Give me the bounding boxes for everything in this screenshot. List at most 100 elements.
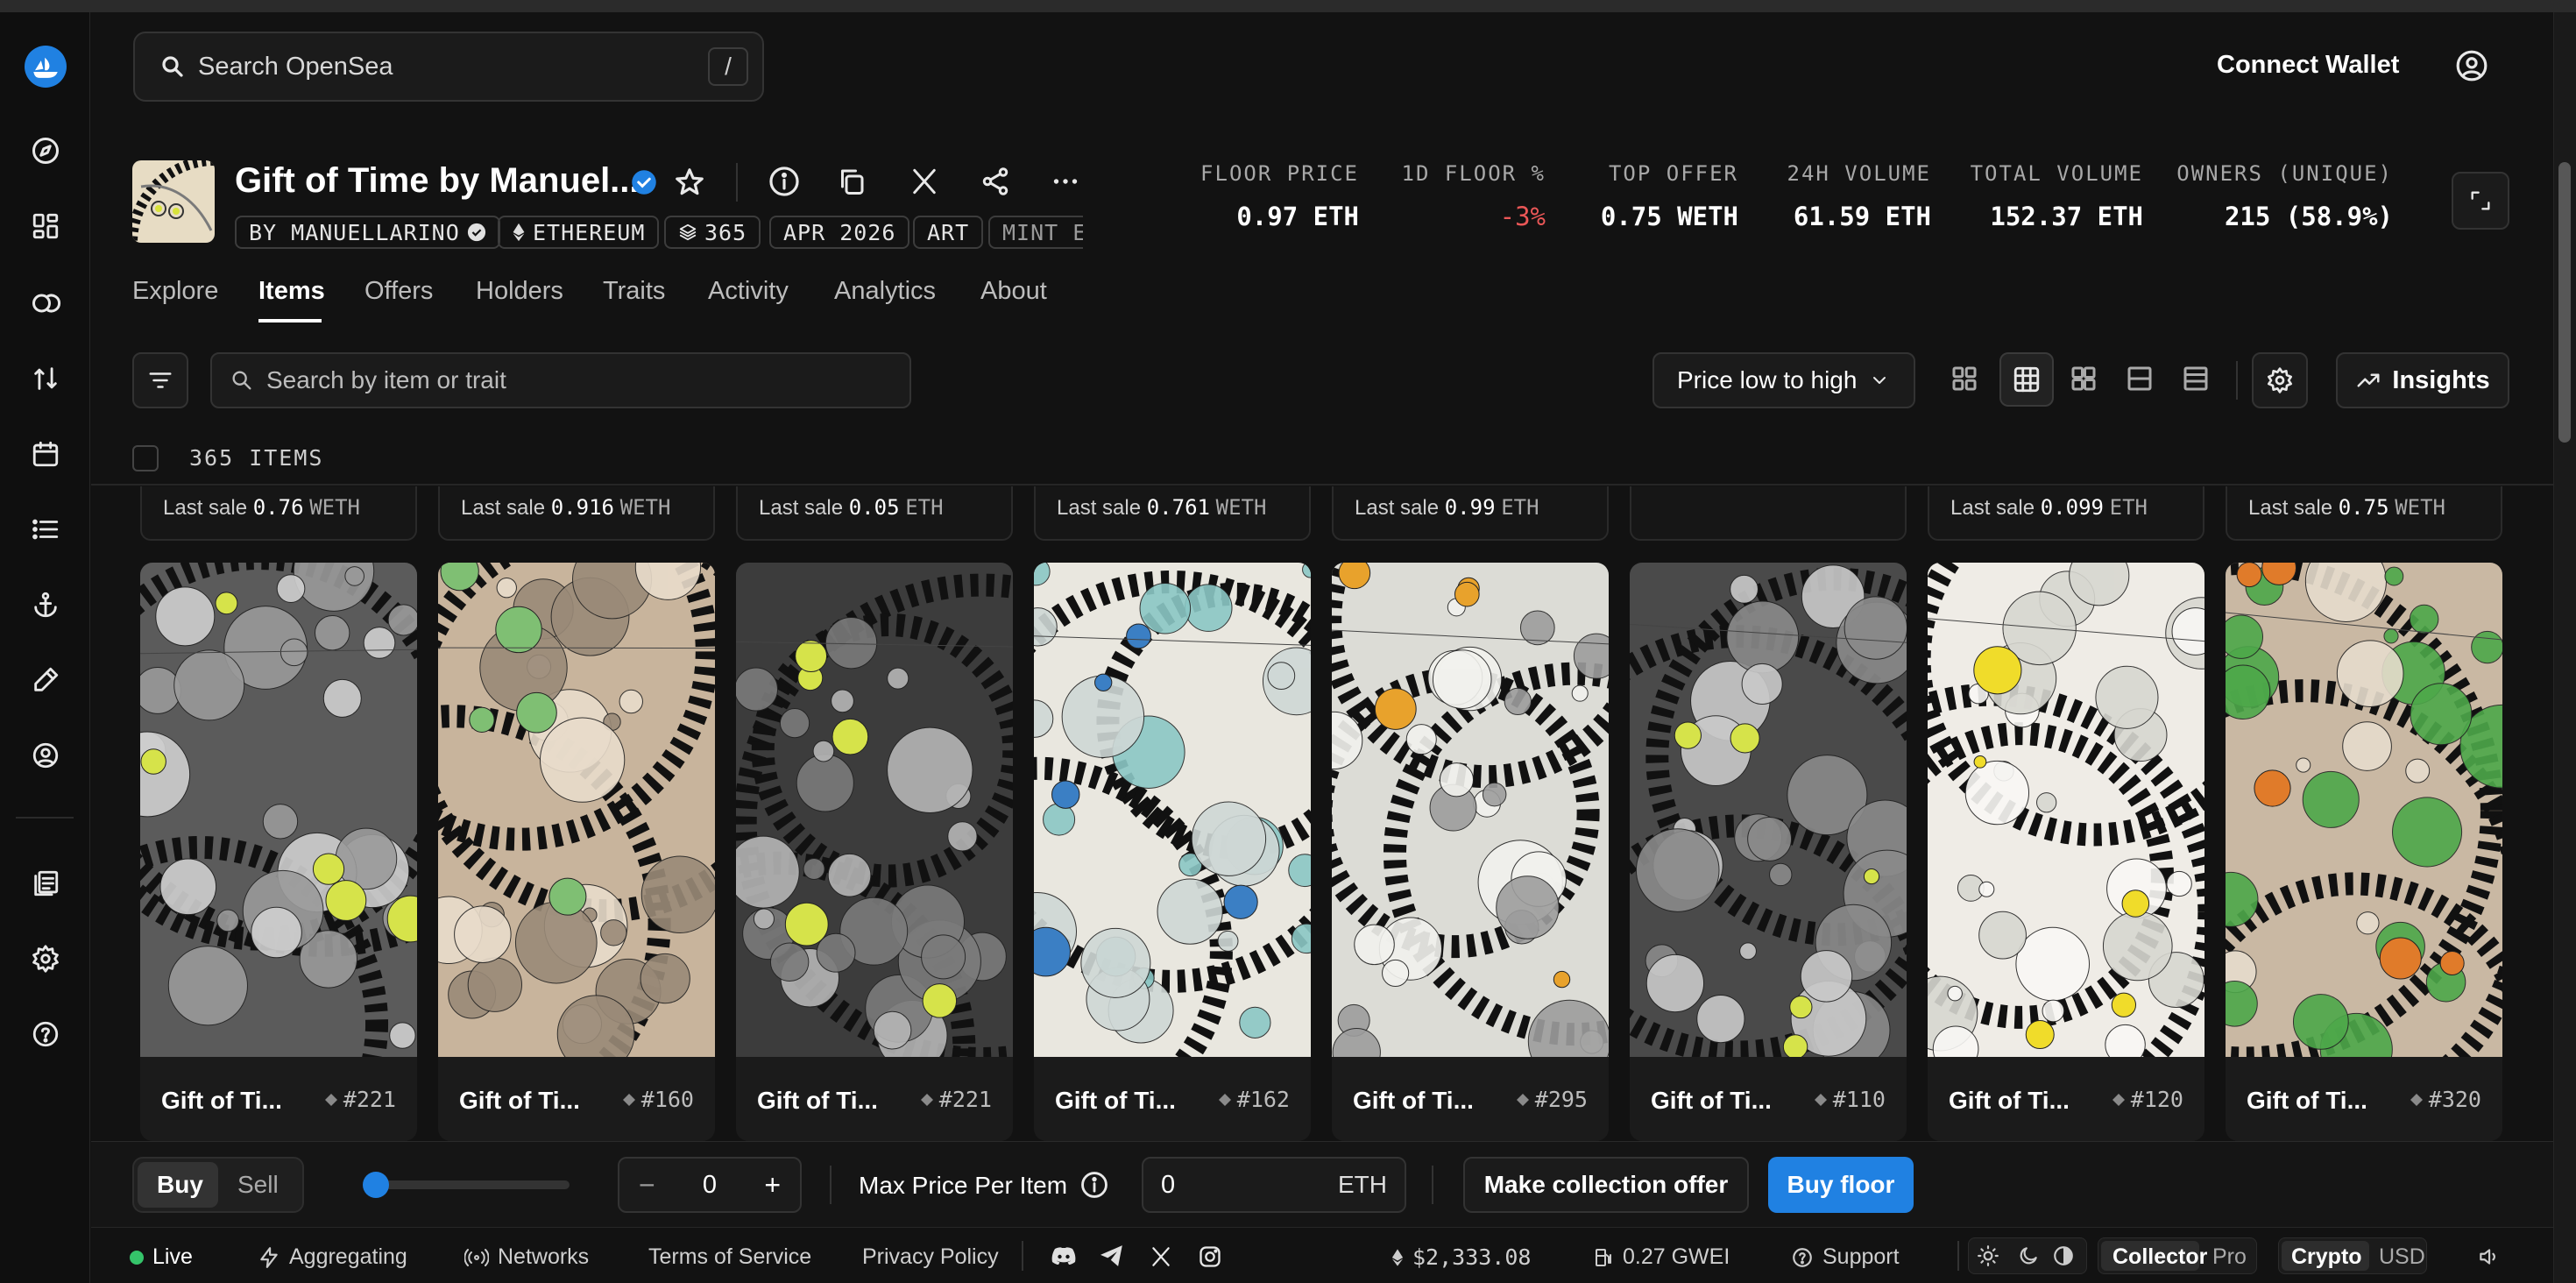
nft-artwork[interactable] <box>1630 563 1907 1057</box>
view-grid-button[interactable] <box>1999 352 2054 407</box>
nft-artwork[interactable] <box>140 563 417 1057</box>
previous-card-footer[interactable]: Last sale 0.761 WETH <box>1034 486 1311 541</box>
help-icon[interactable] <box>25 1013 67 1055</box>
networks-status[interactable]: Networks <box>464 1244 589 1270</box>
tab-about[interactable]: About <box>980 277 1047 306</box>
increment-button[interactable]: + <box>764 1169 781 1201</box>
select-all-checkbox[interactable] <box>132 445 159 471</box>
nft-artwork[interactable] <box>1034 563 1311 1057</box>
buy-floor-button[interactable]: Buy floor <box>1768 1157 1914 1213</box>
currency-crypto[interactable]: Crypto <box>2291 1244 2362 1270</box>
sort-dropdown[interactable]: Price low to high <box>1652 352 1915 408</box>
sell-toggle[interactable]: Sell <box>237 1171 279 1199</box>
grid-settings-button[interactable] <box>2252 352 2308 408</box>
nft-artwork[interactable] <box>736 563 1013 1057</box>
instagram-icon[interactable] <box>1198 1244 1222 1269</box>
make-collection-offer-button[interactable]: Make collection offer <box>1463 1157 1749 1213</box>
creator-chip[interactable]: BY MANUELLARINO <box>235 216 500 249</box>
filter-toggle-button[interactable] <box>132 352 188 408</box>
view-list-icon[interactable] <box>2124 363 2155 394</box>
max-price-input[interactable]: 0 ETH <box>1142 1157 1406 1213</box>
item-search-input[interactable]: Search by item or trait <box>210 352 911 408</box>
terms-link[interactable]: Terms of Service <box>648 1244 811 1270</box>
previous-card-footer[interactable]: Last sale 0.05 ETH <box>736 486 1013 541</box>
category-chip[interactable]: ART <box>913 216 984 249</box>
discord-icon[interactable] <box>1050 1244 1078 1267</box>
mint-chip[interactable]: MINT E <box>988 216 1083 249</box>
light-theme-icon[interactable] <box>1977 1244 1999 1267</box>
activity-list-icon[interactable] <box>25 508 67 550</box>
nft-card[interactable]: Gift of Ti... #221 <box>736 563 1013 1141</box>
tab-holders[interactable]: Holders <box>476 277 563 306</box>
account-icon[interactable] <box>2455 49 2488 82</box>
info-icon[interactable] <box>1079 1170 1109 1200</box>
scrollbar-thumb[interactable] <box>2558 162 2571 443</box>
previous-card-footer[interactable]: Last sale 0.916 WETH <box>438 486 715 541</box>
nft-card[interactable]: Gift of Ti... #160 <box>438 563 715 1141</box>
profile-icon[interactable] <box>25 734 67 776</box>
tokens-icon[interactable] <box>25 282 67 324</box>
swap-icon[interactable] <box>25 358 67 400</box>
mode-collector[interactable]: Collector <box>2112 1244 2207 1270</box>
tab-activity[interactable]: Activity <box>708 277 789 306</box>
favorite-star-icon[interactable] <box>673 166 706 199</box>
nft-card[interactable]: Gift of Ti... #221 <box>140 563 417 1141</box>
nft-card[interactable]: Gift of Ti... #295 <box>1332 563 1609 1141</box>
nft-card[interactable]: Gift of Ti... #320 <box>2226 563 2502 1141</box>
copy-icon[interactable] <box>836 166 867 197</box>
search-placeholder[interactable]: Search OpenSea <box>198 53 393 82</box>
view-small-grid-icon[interactable] <box>1949 363 1980 394</box>
global-search[interactable]: Search OpenSea / <box>133 32 764 102</box>
x-twitter-icon[interactable] <box>1150 1245 1172 1268</box>
nft-card[interactable]: Gift of Ti... #162 <box>1034 563 1311 1141</box>
decrement-button[interactable]: − <box>639 1169 655 1201</box>
sound-icon[interactable] <box>2476 1245 2501 1268</box>
previous-card-footer[interactable]: Last sale 0.76 WETH <box>140 486 417 541</box>
tab-analytics[interactable]: Analytics <box>834 277 936 306</box>
privacy-link[interactable]: Privacy Policy <box>862 1244 999 1270</box>
chain-chip[interactable]: ETHEREUM <box>498 216 660 249</box>
tab-items[interactable]: Items <box>258 277 325 306</box>
live-status[interactable]: Live <box>130 1244 193 1270</box>
quantity-value[interactable]: 0 <box>703 1171 717 1200</box>
opensea-logo-icon[interactable] <box>25 46 67 88</box>
settings-gear-icon[interactable] <box>25 938 67 980</box>
tab-explore[interactable]: Explore <box>132 277 218 306</box>
support-link[interactable]: Support <box>1791 1244 1900 1270</box>
aggregating-status[interactable]: Aggregating <box>258 1244 407 1270</box>
mode-pro[interactable]: Pro <box>2212 1244 2247 1270</box>
previous-card-footer[interactable]: Last sale 0.75 WETH <box>2226 486 2502 541</box>
dark-theme-icon[interactable] <box>2017 1244 2040 1267</box>
more-options-icon[interactable] <box>1050 166 1081 197</box>
quantity-slider-thumb[interactable] <box>363 1172 389 1198</box>
currency-usd[interactable]: USD <box>2379 1244 2425 1270</box>
quantity-slider-track[interactable] <box>364 1180 570 1189</box>
docs-icon[interactable] <box>25 862 67 904</box>
x-twitter-icon[interactable] <box>909 167 939 196</box>
share-icon[interactable] <box>980 166 1011 197</box>
nft-card[interactable]: Gift of Ti... #110 <box>1630 563 1907 1141</box>
nft-artwork[interactable] <box>2226 563 2502 1057</box>
system-theme-icon[interactable] <box>2052 1244 2075 1267</box>
calendar-icon[interactable] <box>25 433 67 475</box>
previous-card-footer[interactable] <box>1630 486 1907 541</box>
anchor-icon[interactable] <box>25 584 67 626</box>
info-icon[interactable] <box>768 165 801 198</box>
insights-button[interactable]: Insights <box>2336 352 2509 408</box>
nft-card[interactable]: Gift of Ti... #120 <box>1928 563 2204 1141</box>
buy-toggle[interactable]: Buy <box>157 1171 203 1199</box>
compass-icon[interactable] <box>25 130 67 172</box>
nft-artwork[interactable] <box>1332 563 1609 1057</box>
collections-grid-icon[interactable] <box>25 205 67 247</box>
nft-artwork[interactable] <box>438 563 715 1057</box>
telegram-icon[interactable] <box>1099 1244 1125 1267</box>
create-pen-icon[interactable] <box>25 659 67 701</box>
tab-offers[interactable]: Offers <box>364 277 433 306</box>
view-large-grid-icon[interactable] <box>2068 363 2099 394</box>
tab-traits[interactable]: Traits <box>603 277 665 306</box>
previous-card-footer[interactable]: Last sale 0.99 ETH <box>1332 486 1609 541</box>
previous-card-footer[interactable]: Last sale 0.099 ETH <box>1928 486 2204 541</box>
expand-button[interactable] <box>2452 172 2509 230</box>
connect-wallet-button[interactable]: Connect Wallet <box>2217 51 2399 80</box>
nft-artwork[interactable] <box>1928 563 2204 1057</box>
